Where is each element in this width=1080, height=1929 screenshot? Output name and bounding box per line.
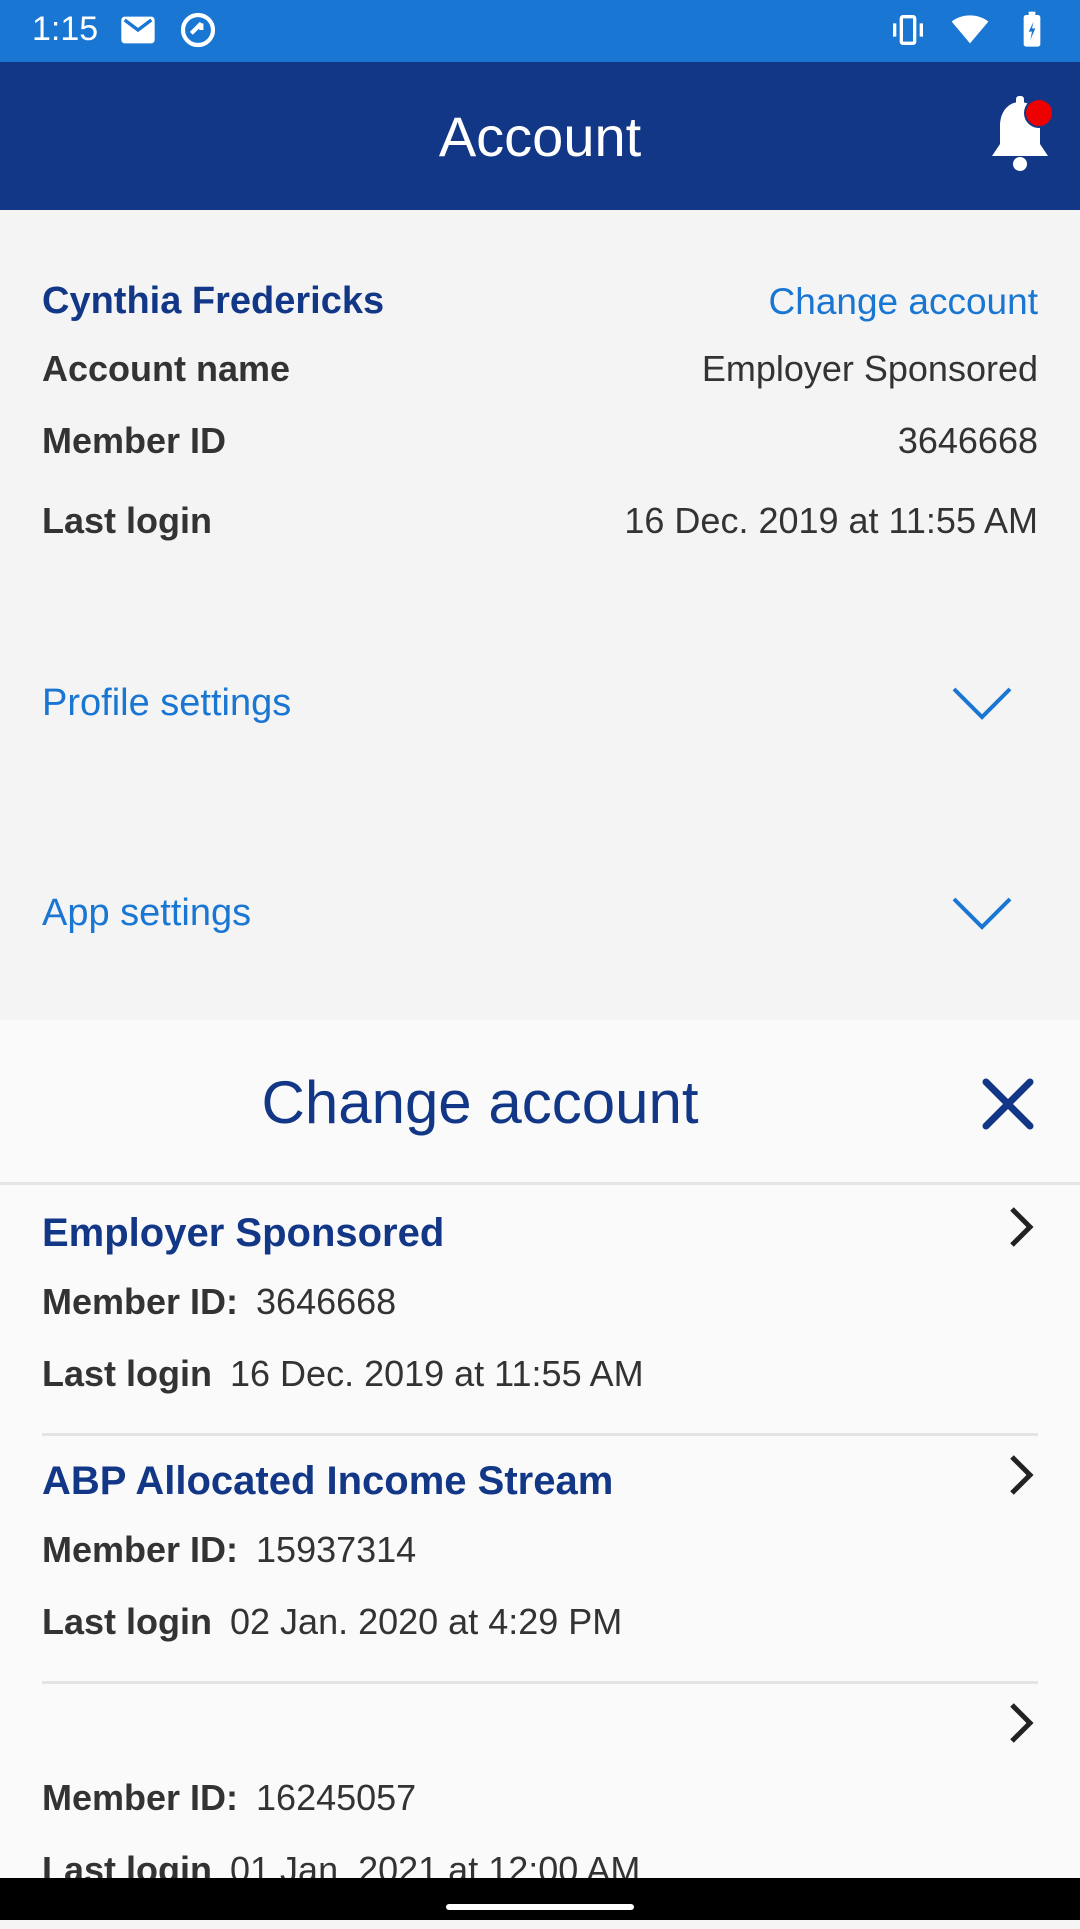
wifi-icon: [951, 15, 989, 44]
chevron-right-icon: [1010, 1455, 1034, 1495]
last-login-value: 16 Dec. 2019 at 11:55 AM: [230, 1353, 644, 1394]
notification-badge: [1024, 98, 1054, 128]
sheet-title: Change account: [261, 1069, 699, 1136]
account-item-title: ABP Allocated Income Stream: [42, 1459, 614, 1503]
member-id-label: Member ID:: [42, 1777, 239, 1818]
account-name-value: Employer Sponsored: [701, 348, 1038, 389]
last-login-label: Last login: [42, 500, 212, 541]
member-id-label: Member ID: [42, 420, 227, 461]
vibrate-icon: [893, 15, 923, 45]
member-id-value: 15937314: [256, 1529, 417, 1570]
status-bar: 1:15: [0, 0, 1080, 62]
status-time: 1:15: [32, 10, 99, 48]
home-gesture-handle[interactable]: [446, 1904, 634, 1910]
notifications-button[interactable]: [988, 96, 1054, 176]
account-item-title: Employer Sponsored: [42, 1211, 445, 1255]
navigation-bar: [0, 1878, 1080, 1920]
account-item-abp-allocated-income-stream[interactable]: ABP Allocated Income Stream Member ID: 15…: [42, 1433, 1038, 1684]
chevron-down-icon: [952, 897, 1012, 930]
sync-icon: [180, 12, 216, 48]
change-account-link[interactable]: Change account: [769, 281, 1038, 323]
user-name: Cynthia Fredericks: [42, 280, 385, 322]
member-id-label: Member ID:: [42, 1281, 239, 1322]
member-id-value: 3646668: [897, 420, 1038, 461]
member-id-label: Member ID:: [42, 1529, 239, 1570]
last-login-label: Last login: [42, 1601, 212, 1642]
account-name-label: Account name: [42, 348, 291, 389]
account-details: Cynthia Fredericks Change account Accoun…: [0, 210, 1080, 1020]
gmail-icon: [121, 16, 155, 44]
change-account-sheet: Change account Employer Sponsored Member…: [0, 1020, 1080, 1890]
app-settings-expander[interactable]: App settings: [42, 858, 1038, 968]
last-login-value: 02 Jan. 2020 at 4:29 PM: [230, 1601, 623, 1642]
profile-settings-label: Profile settings: [42, 681, 292, 724]
chevron-down-icon: [952, 687, 1012, 720]
page-title: Account: [438, 105, 642, 168]
close-icon[interactable]: [980, 1076, 1036, 1132]
profile-settings-expander[interactable]: Profile settings: [42, 648, 1038, 758]
app-header: Account: [0, 62, 1080, 210]
chevron-right-icon: [1010, 1703, 1034, 1743]
battery-icon: [1023, 11, 1041, 47]
account-item-employer-sponsored[interactable]: Employer Sponsored Member ID: 3646668 Las…: [42, 1185, 1038, 1436]
app-settings-label: App settings: [42, 891, 252, 934]
member-id-value: 3646668: [256, 1281, 397, 1322]
last-login-label: Last login: [42, 1353, 212, 1394]
member-id-value: 16245057: [256, 1777, 417, 1818]
sheet-header: Change account: [0, 1020, 1080, 1185]
chevron-right-icon: [1010, 1207, 1034, 1247]
last-login-value: 16 Dec. 2019 at 11:55 AM: [624, 500, 1038, 541]
